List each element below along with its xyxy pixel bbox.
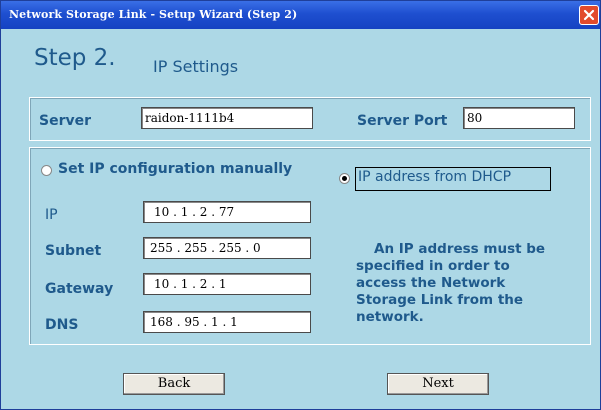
step-title: IP Settings bbox=[153, 57, 239, 76]
server-name-field[interactable]: raidon-1111b4 bbox=[141, 107, 313, 129]
subnet-label: Subnet bbox=[45, 243, 102, 259]
close-button[interactable] bbox=[579, 5, 599, 25]
dhcp-note: An IP address must be specified in order… bbox=[356, 241, 546, 325]
step-number: Step 2. bbox=[34, 45, 116, 71]
dhcp-label[interactable]: IP address from DHCP bbox=[358, 169, 511, 185]
window-title: Network Storage Link - Setup Wizard (Ste… bbox=[9, 8, 298, 21]
dns-field[interactable]: 168 . 95 . 1 . 1 bbox=[143, 311, 311, 333]
ip-label: IP bbox=[45, 207, 58, 223]
server-port-field[interactable]: 80 bbox=[463, 107, 575, 129]
title-bar[interactable]: Network Storage Link - Setup Wizard (Ste… bbox=[1, 1, 600, 29]
gateway-field[interactable]: 10 . 1 . 2 . 1 bbox=[143, 273, 311, 295]
ip-address-field[interactable]: 10 . 1 . 2 . 77 bbox=[143, 201, 311, 223]
dns-label: DNS bbox=[45, 317, 79, 333]
back-button[interactable]: Back bbox=[123, 373, 225, 395]
setup-wizard-window: Network Storage Link - Setup Wizard (Ste… bbox=[0, 0, 601, 410]
manual-ip-label[interactable]: Set IP configuration manually bbox=[58, 161, 292, 177]
close-icon bbox=[583, 9, 595, 21]
gateway-label: Gateway bbox=[45, 281, 114, 297]
server-port-label: Server Port bbox=[357, 113, 448, 129]
manual-ip-radio[interactable] bbox=[41, 165, 52, 176]
subnet-field[interactable]: 255 . 255 . 255 . 0 bbox=[143, 237, 311, 259]
dhcp-radio[interactable] bbox=[339, 173, 350, 184]
server-label: Server bbox=[39, 113, 92, 129]
next-button[interactable]: Next bbox=[387, 373, 489, 395]
